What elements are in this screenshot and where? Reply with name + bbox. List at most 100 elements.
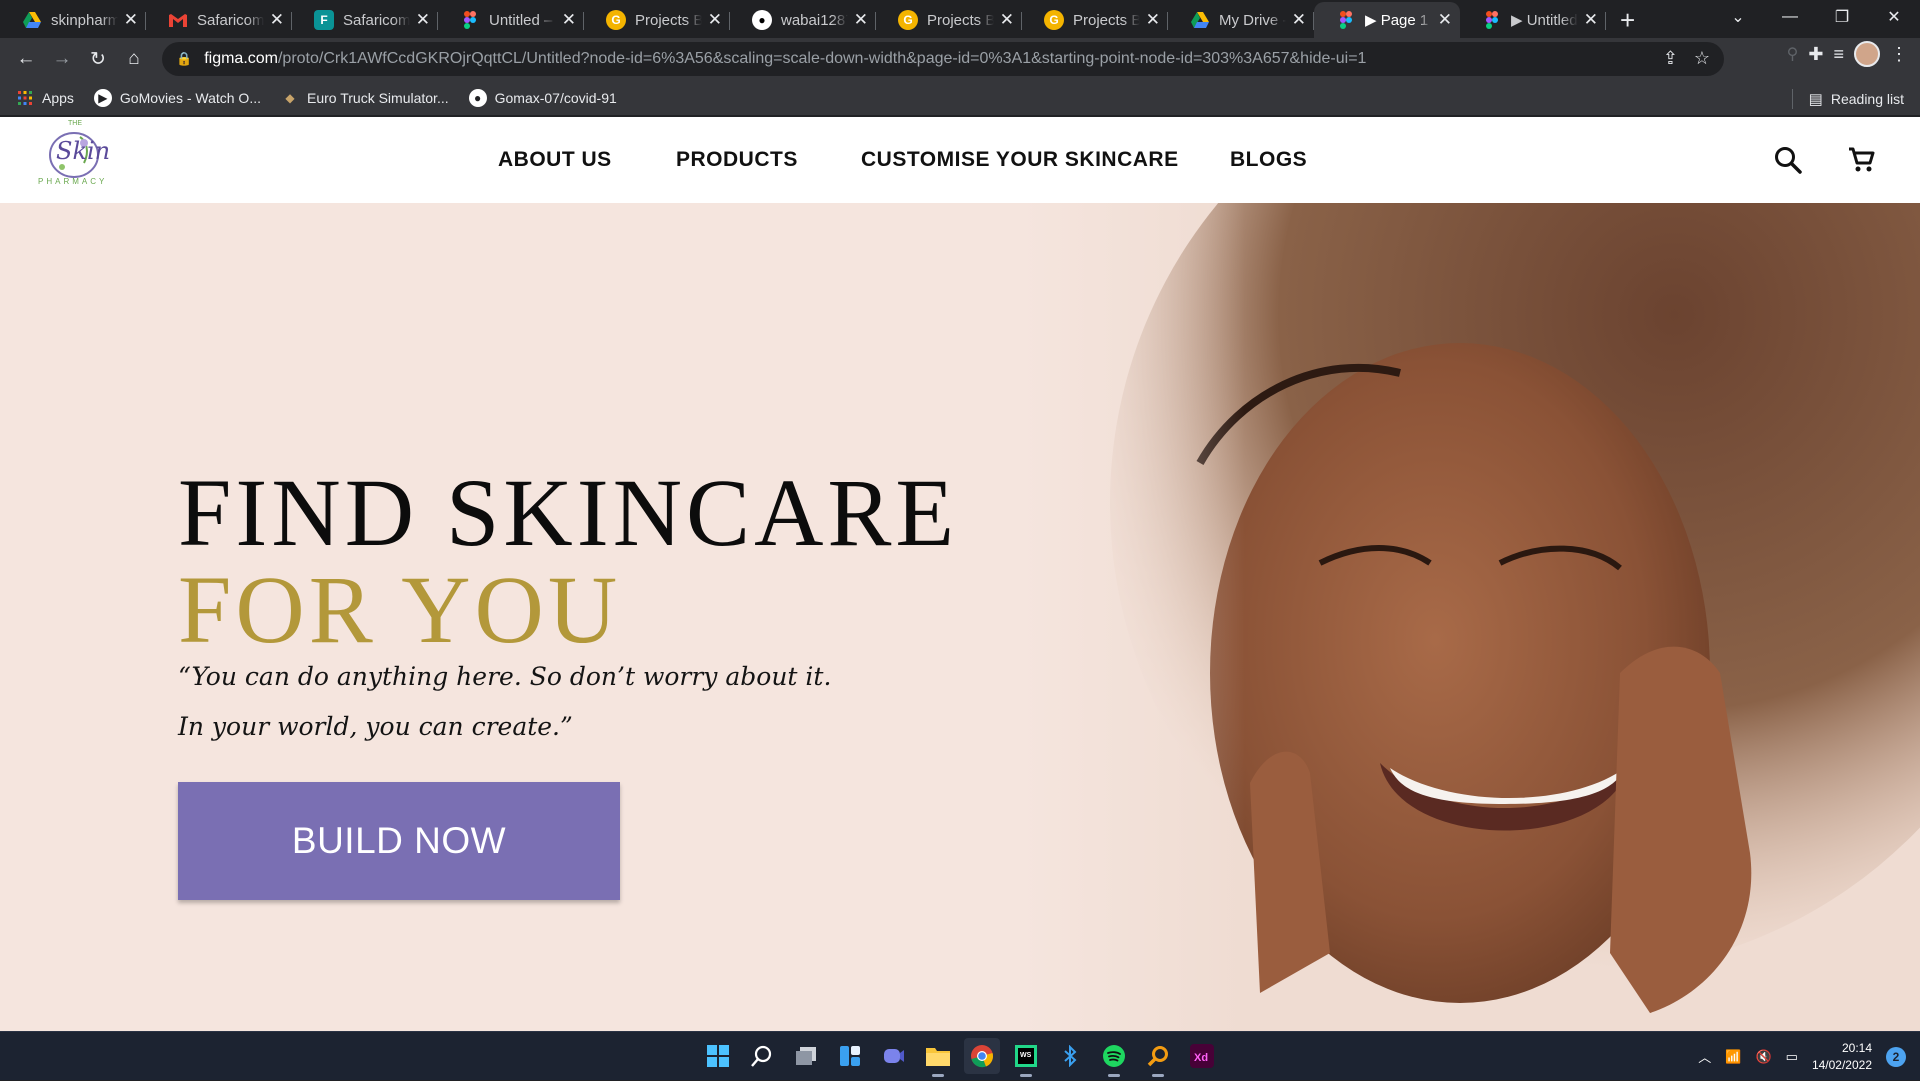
volume-muted-icon[interactable]: 🔇 <box>1755 1049 1771 1065</box>
chrome-app-icon: G <box>1044 10 1064 30</box>
bookmark-label: GoMovies - Watch O... <box>119 89 261 106</box>
menu-kebab-icon[interactable]: ⋮ <box>1890 44 1908 65</box>
restore-icon[interactable]: ❐ <box>1816 0 1868 34</box>
gomovies-icon: ▶ <box>93 88 112 107</box>
notification-badge[interactable]: 2 <box>1886 1046 1906 1067</box>
close-window-icon[interactable]: ✕ <box>1868 0 1920 34</box>
close-tab-icon[interactable]: ✕ <box>1000 10 1014 30</box>
browser-toolbar: ← → ↻ ⌂ 🔒 figma.com/proto/Crk1AWfCcdGKRO… <box>0 38 1920 80</box>
browser-tab[interactable]: Safaricom Di ✕ <box>146 2 292 38</box>
close-tab-icon[interactable]: ✕ <box>708 10 722 30</box>
browser-tab[interactable]: G Projects Brian ✕ <box>876 2 1022 38</box>
close-tab-icon[interactable]: ✕ <box>416 10 430 30</box>
bookmark-star-icon[interactable]: ☆ <box>1694 48 1710 69</box>
close-tab-icon[interactable]: ✕ <box>270 10 284 30</box>
tab-title: ▶ Untitled <box>1511 12 1578 29</box>
share-icon[interactable]: ⇪ <box>1663 48 1678 69</box>
clock-time: 20:14 <box>1841 1040 1872 1055</box>
browser-tab[interactable]: Untitled – Fig ✕ <box>438 2 584 38</box>
bluetooth-icon[interactable] <box>1052 1038 1088 1074</box>
close-tab-icon[interactable]: ✕ <box>1438 10 1452 30</box>
browser-tab[interactable]: F Safaricom Gr ✕ <box>292 2 438 38</box>
widgets-icon[interactable] <box>832 1038 868 1074</box>
close-tab-icon[interactable]: ✕ <box>1146 10 1160 30</box>
browser-extensions: ⚲ ✚ ≡ ⋮ <box>1787 41 1908 67</box>
browser-tab[interactable]: My Drive - G ✕ <box>1168 2 1314 38</box>
bookmark-label: Euro Truck Simulator... <box>307 89 449 106</box>
github-icon: ● <box>468 88 487 107</box>
nav-about-us[interactable]: ABOUT US <box>498 148 612 172</box>
minimize-icon[interactable]: — <box>1764 0 1816 34</box>
nav-customise-skincare[interactable]: CUSTOMISE YOUR SKINCARE <box>861 148 1179 172</box>
bookmark-gomovies[interactable]: ▶ GoMovies - Watch O... <box>93 88 261 107</box>
file-explorer-icon[interactable] <box>920 1038 956 1077</box>
divider <box>1791 89 1793 109</box>
windows-start-icon[interactable] <box>700 1038 736 1074</box>
svg-text:WS: WS <box>1020 1052 1032 1059</box>
browser-tab-active[interactable]: ▶ Page 1 - U ✕ <box>1314 2 1460 38</box>
hero-title-line2: FOR YOU <box>178 556 622 663</box>
adobe-xd-icon[interactable]: Xd <box>1184 1038 1220 1074</box>
clock-date: 14/02/2022 <box>1811 1057 1872 1072</box>
back-icon[interactable]: ← <box>8 41 44 77</box>
close-tab-icon[interactable]: ✕ <box>1584 10 1598 30</box>
home-icon[interactable]: ⌂ <box>116 41 152 77</box>
browser-tab[interactable]: ● wabai12874/ ✕ <box>730 2 876 38</box>
system-clock[interactable]: 20:14 14/02/2022 <box>1812 1040 1872 1074</box>
build-now-button[interactable]: BUILD NOW <box>178 782 620 900</box>
chevron-up-icon[interactable]: ︿ <box>1698 1047 1711 1066</box>
reading-list[interactable]: ▤ Reading list <box>1791 89 1904 109</box>
window-controls: ⌄ — ❐ ✕ <box>1712 0 1920 34</box>
browser-tab[interactable]: G Projects Brian ✕ <box>584 2 730 38</box>
close-tab-icon[interactable]: ✕ <box>1292 10 1306 30</box>
shopping-cart-icon[interactable] <box>1848 146 1876 179</box>
bookmark-apps[interactable]: Apps <box>16 89 74 107</box>
hero-title-line1: FIND SKINCARE <box>178 459 959 566</box>
address-bar[interactable]: 🔒 figma.com/proto/Crk1AWfCcdGKROjrQqttCL… <box>162 42 1724 76</box>
tab-title: Untitled – Fig <box>489 11 556 29</box>
tab-search-icon[interactable]: ⌄ <box>1712 0 1764 34</box>
forward-icon[interactable]: → <box>44 41 80 77</box>
spotify-icon[interactable] <box>1096 1038 1132 1077</box>
reload-icon[interactable]: ↻ <box>80 41 116 77</box>
hero-quote-line2: In your world, you can create.” <box>178 712 573 741</box>
nav-products[interactable]: PRODUCTS <box>676 148 798 172</box>
tab-title: skinpharmacy <box>51 11 118 29</box>
extension-icon[interactable]: ⚲ <box>1787 44 1799 64</box>
search-tool-icon[interactable] <box>1140 1038 1176 1077</box>
figma-icon <box>1482 10 1502 30</box>
profile-avatar[interactable] <box>1854 41 1880 67</box>
nav-blogs[interactable]: BLOGS <box>1230 148 1307 172</box>
reading-list-icon: ▤ <box>1808 91 1823 108</box>
browser-tab[interactable]: G Projects Brian ✕ <box>1022 2 1168 38</box>
truck-icon: ◆ <box>285 90 295 105</box>
new-tab-icon[interactable]: + <box>1620 2 1635 38</box>
close-tab-icon[interactable]: ✕ <box>562 10 576 30</box>
task-view-icon[interactable] <box>788 1038 824 1074</box>
close-tab-icon[interactable]: ✕ <box>124 10 138 30</box>
close-tab-icon[interactable]: ✕ <box>854 10 868 30</box>
extensions-puzzle-icon[interactable]: ✚ <box>1808 44 1823 65</box>
reading-list-label: Reading list <box>1830 91 1904 107</box>
figma-icon <box>1336 10 1356 30</box>
tab-title: ▶ Page 1 - U <box>1365 12 1432 29</box>
tab-title: wabai12874/ <box>781 11 848 29</box>
tab-title: Safaricom Gr <box>343 11 410 29</box>
gmail-icon <box>168 10 188 30</box>
webstorm-icon[interactable]: WS <box>1008 1038 1044 1077</box>
browser-tab[interactable]: ▶ Untitled ✕ <box>1460 2 1606 38</box>
search-icon[interactable] <box>744 1038 780 1074</box>
figma-icon <box>460 10 480 30</box>
apps-grid-icon <box>16 89 34 107</box>
teams-chat-icon[interactable] <box>876 1038 912 1074</box>
search-icon[interactable] <box>1774 146 1802 179</box>
media-control-icon[interactable]: ≡ <box>1833 44 1844 65</box>
bookmark-github[interactable]: ● Gomax-07/covid-91 <box>468 88 617 107</box>
chrome-icon[interactable] <box>964 1038 1000 1074</box>
browser-tab[interactable]: skinpharmacy ✕ <box>0 2 146 38</box>
bookmark-euro-truck[interactable]: ◆ Euro Truck Simulator... <box>281 89 449 107</box>
wifi-icon[interactable]: 📶 <box>1725 1049 1741 1065</box>
chrome-app-icon: G <box>898 10 918 30</box>
taskbar-apps: WS Xd <box>700 1038 1220 1077</box>
battery-icon[interactable]: ▭ <box>1786 1049 1798 1065</box>
